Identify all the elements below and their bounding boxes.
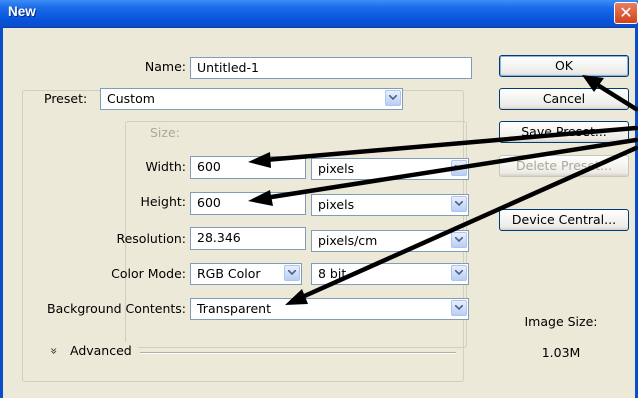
arrow-to-background-contents (297, 145, 638, 301)
arrow-to-height-field (262, 137, 638, 201)
annotation-arrows (248, 75, 638, 305)
arrow-to-ok-button (593, 81, 638, 112)
arrow-to-width-field (262, 125, 638, 163)
